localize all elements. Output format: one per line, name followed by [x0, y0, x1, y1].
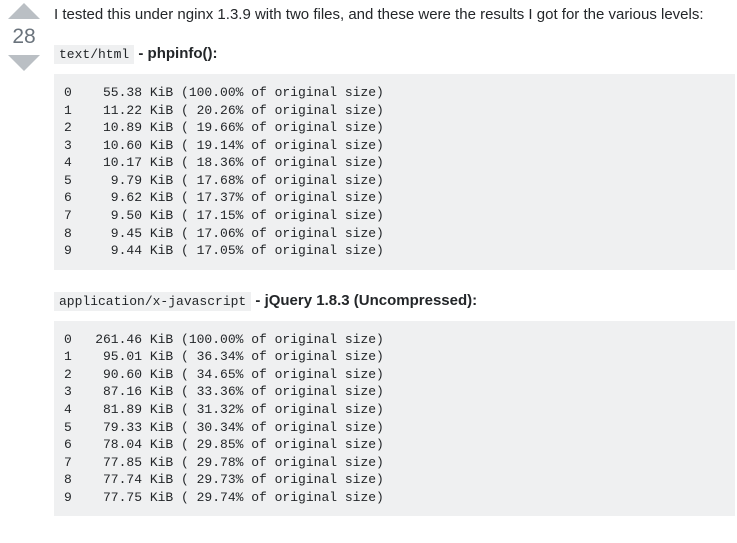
code-block-html: 0 55.38 KiB (100.00% of original size) 1… — [54, 74, 735, 269]
mime-code: application/x-javascript — [54, 292, 251, 311]
post-body: I tested this under nginx 1.3.9 with two… — [46, 2, 735, 536]
intro-text: I tested this under nginx 1.3.9 with two… — [54, 4, 735, 25]
vote-cell: 28 — [2, 2, 46, 71]
section-label-html: text/html - phpinfo(): — [54, 43, 735, 64]
section-label-js: application/x-javascript - jQuery 1.8.3 … — [54, 290, 735, 311]
mime-code: text/html — [54, 45, 134, 64]
code-block-js: 0 261.46 KiB (100.00% of original size) … — [54, 321, 735, 516]
section-desc: - phpinfo(): — [134, 45, 217, 62]
answer-post: 28 I tested this under nginx 1.3.9 with … — [2, 2, 735, 536]
upvote-icon[interactable] — [8, 3, 40, 19]
section-desc: - jQuery 1.8.3 (Uncompressed): — [251, 292, 477, 309]
vote-count: 28 — [12, 23, 35, 51]
downvote-icon[interactable] — [8, 55, 40, 71]
